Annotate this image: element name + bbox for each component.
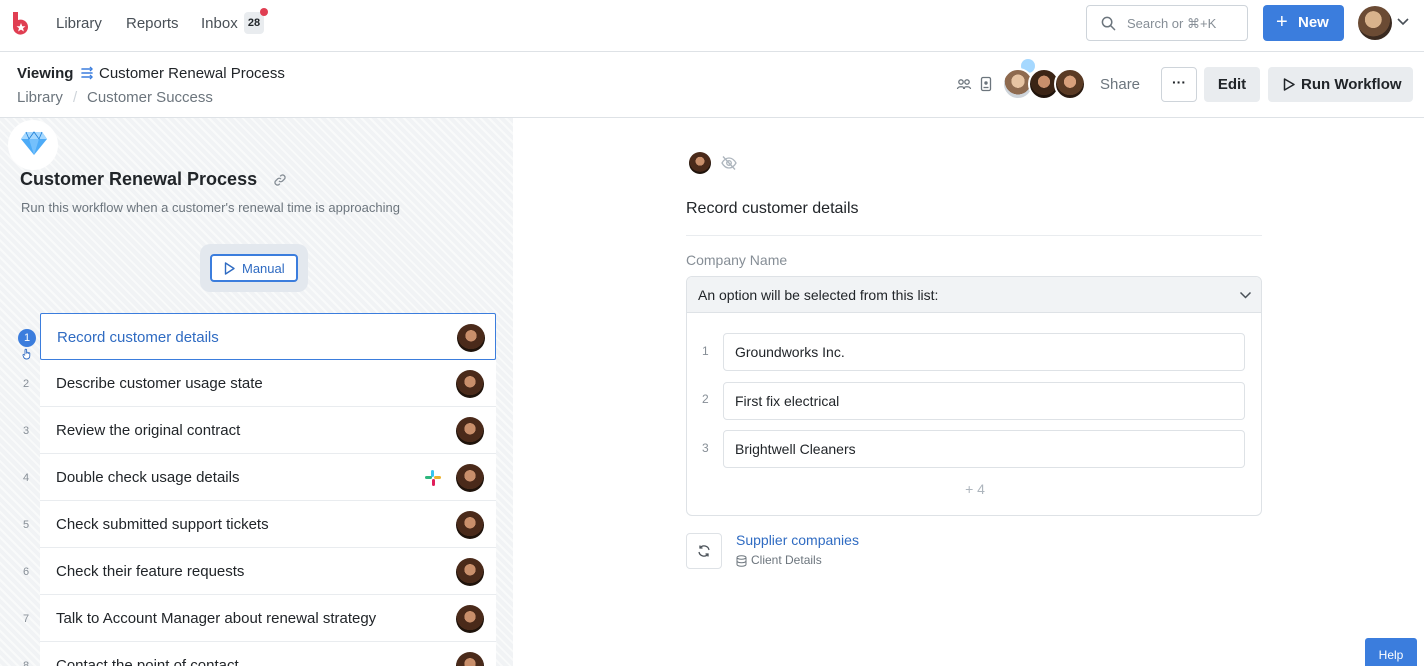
task-label: Review the original contract — [56, 422, 241, 439]
new-button[interactable]: + New — [1263, 5, 1344, 41]
nav-inbox[interactable]: Inbox — [201, 15, 238, 32]
task-row[interactable]: 2 Describe customer usage state — [23, 360, 496, 407]
option-number: 1 — [702, 344, 709, 358]
data-source-name: Client Details — [751, 553, 822, 567]
task-assignee-avatar[interactable] — [456, 417, 484, 445]
task-row[interactable]: 4 Double check usage details — [23, 454, 496, 501]
task-number: 6 — [22, 566, 30, 578]
search-icon — [1101, 16, 1116, 31]
sync-button[interactable] — [686, 533, 722, 569]
task-assignee-avatar[interactable] — [456, 558, 484, 586]
option-number: 3 — [702, 441, 709, 455]
new-button-label: New — [1298, 14, 1329, 31]
task-label: Check submitted support tickets — [56, 516, 269, 533]
workflow-description: Run this workflow when a customer's rene… — [21, 200, 400, 215]
task-label: Contact the point of contact — [56, 657, 239, 666]
search-input[interactable]: Search or ⌘+K — [1086, 5, 1248, 41]
search-placeholder: Search or ⌘+K — [1127, 16, 1217, 31]
task-row[interactable]: 1 Record customer details — [18, 313, 496, 360]
breadcrumb-library[interactable]: Library — [17, 89, 63, 106]
top-nav: Library Reports Inbox 28 Search or ⌘+K +… — [0, 0, 1424, 52]
slack-icon — [425, 470, 441, 486]
workflow-title: Customer Renewal Process — [99, 65, 285, 82]
user-avatar[interactable] — [1358, 6, 1392, 40]
breadcrumb-separator: / — [73, 89, 78, 106]
task-detail-panel: Record customer details Company Name An … — [513, 118, 1424, 666]
manual-trigger-label: Manual — [242, 261, 285, 276]
task-number: 3 — [22, 425, 30, 437]
task-title: Record customer details — [686, 200, 859, 217]
task-assignee-avatar[interactable] — [689, 152, 711, 174]
task-assignee-avatar[interactable] — [457, 324, 485, 352]
field-label: Company Name — [686, 252, 788, 268]
workflow-icon — [81, 66, 93, 80]
task-number: 7 — [22, 613, 30, 625]
nav-library[interactable]: Library — [56, 15, 102, 32]
plus-icon: + — [1276, 11, 1288, 33]
task-number: 8 — [22, 660, 30, 666]
task-assignee-avatar[interactable] — [456, 605, 484, 633]
workflow-header: Viewing Customer Renewal Process Library… — [0, 52, 1424, 118]
viewing-label: Viewing — [17, 65, 74, 82]
task-number: 4 — [22, 472, 30, 484]
share-button[interactable]: Share — [1100, 76, 1140, 93]
workflow-outline-panel: Customer Renewal Process Run this workfl… — [0, 118, 513, 666]
run-workflow-button[interactable]: Run Workflow — [1268, 67, 1413, 102]
divider — [686, 235, 1262, 236]
task-label: Describe customer usage state — [56, 375, 263, 392]
nav-reports[interactable]: Reports — [126, 15, 179, 32]
app-logo[interactable] — [10, 12, 32, 36]
chevron-down-icon — [1239, 291, 1252, 299]
chevron-down-icon[interactable] — [1396, 17, 1410, 27]
hand-pointer-icon — [22, 348, 31, 360]
task-number: 5 — [22, 519, 30, 531]
trigger-container: Manual — [200, 244, 308, 292]
help-button[interactable]: Help — [1365, 638, 1417, 666]
id-badge-icon[interactable] — [978, 76, 994, 92]
task-label: Double check usage details — [56, 469, 240, 486]
task-label: Check their feature requests — [56, 563, 245, 580]
task-row[interactable]: 3 Review the original contract — [23, 407, 496, 454]
link-icon[interactable] — [273, 173, 287, 187]
task-assignee-avatar[interactable] — [456, 370, 484, 398]
dropdown-header[interactable]: An option will be selected from this lis… — [687, 277, 1261, 313]
task-assignee-avatar[interactable] — [456, 511, 484, 539]
task-assignee-avatar[interactable] — [456, 464, 484, 492]
task-row[interactable]: 8 Contact the point of contact — [23, 642, 496, 666]
task-label: Talk to Account Manager about renewal st… — [56, 610, 377, 627]
eye-off-icon[interactable] — [720, 154, 738, 172]
gem-icon — [21, 131, 47, 155]
task-assignee-avatar[interactable] — [456, 652, 484, 666]
option-input[interactable]: Brightwell Cleaners — [723, 430, 1245, 468]
option-number: 2 — [702, 392, 709, 406]
workflow-name: Customer Renewal Process — [20, 169, 258, 189]
refresh-icon — [698, 545, 710, 557]
assignees-icon[interactable] — [956, 76, 972, 92]
database-icon — [736, 555, 747, 567]
edit-button[interactable]: Edit — [1204, 67, 1260, 102]
manual-trigger-button[interactable]: Manual — [210, 254, 298, 282]
notification-dot — [260, 8, 268, 16]
task-row[interactable]: 7 Talk to Account Manager about renewal … — [23, 595, 496, 642]
dropdown-field: An option will be selected from this lis… — [686, 276, 1262, 516]
breadcrumb-customer-success[interactable]: Customer Success — [87, 89, 213, 106]
play-icon — [224, 262, 235, 275]
task-row[interactable]: 5 Check submitted support tickets — [23, 501, 496, 548]
run-workflow-label: Run Workflow — [1301, 76, 1402, 93]
dropdown-hint: An option will be selected from this lis… — [698, 287, 939, 303]
data-source-link[interactable]: Supplier companies — [736, 532, 859, 548]
member-avatar[interactable] — [1054, 68, 1086, 100]
task-number: 1 — [18, 329, 36, 347]
task-row[interactable]: 6 Check their feature requests — [23, 548, 496, 595]
task-label: Record customer details — [57, 329, 219, 346]
more-options-button[interactable]: ··· — [1161, 67, 1197, 102]
play-icon — [1283, 78, 1295, 91]
more-options-count[interactable]: + 4 — [687, 481, 1261, 497]
option-input[interactable]: First fix electrical — [723, 382, 1245, 420]
task-number: 2 — [22, 378, 30, 390]
option-input[interactable]: Groundworks Inc. — [723, 333, 1245, 371]
